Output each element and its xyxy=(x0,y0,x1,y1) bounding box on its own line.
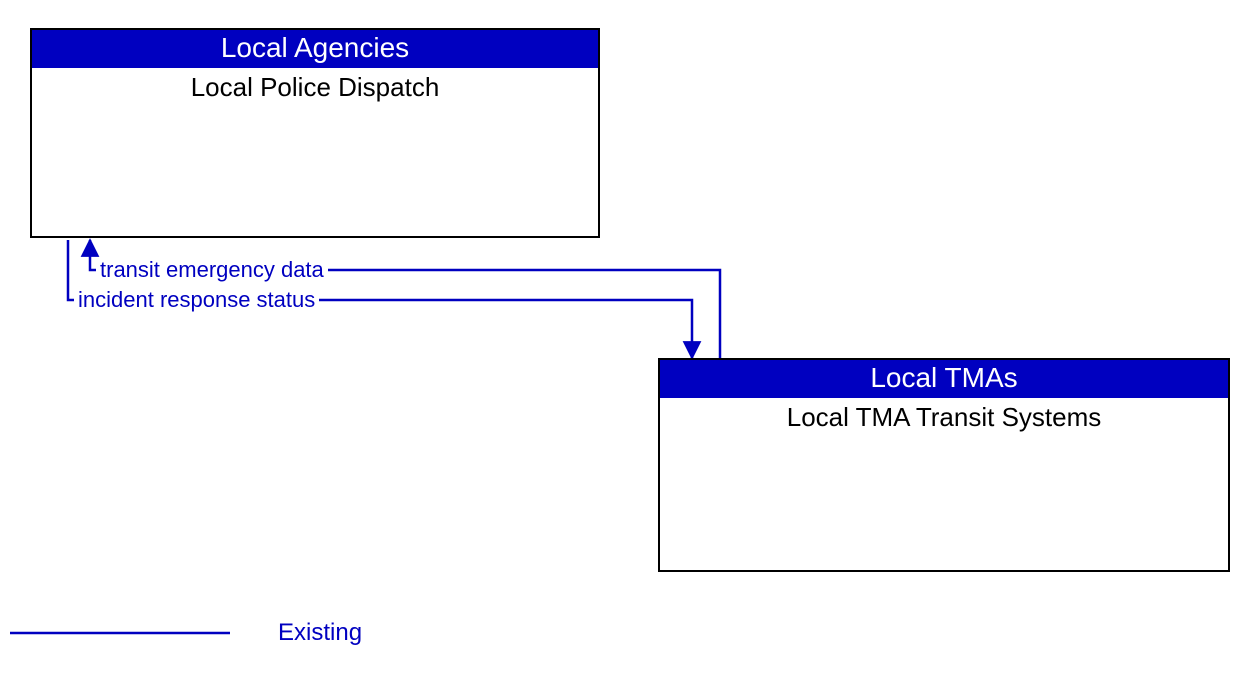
box-local-agencies-body: Local Police Dispatch xyxy=(32,68,598,103)
legend-existing-label: Existing xyxy=(278,619,362,647)
flow-label-transit-emergency-data: transit emergency data xyxy=(96,257,328,283)
flow-label-incident-response-status: incident response status xyxy=(74,287,319,313)
box-local-tmas-header: Local TMAs xyxy=(660,360,1228,398)
box-local-agencies: Local Agencies Local Police Dispatch xyxy=(30,28,600,238)
box-local-tmas-body: Local TMA Transit Systems xyxy=(660,398,1228,433)
box-local-agencies-header: Local Agencies xyxy=(32,30,598,68)
box-local-tmas: Local TMAs Local TMA Transit Systems xyxy=(658,358,1230,572)
